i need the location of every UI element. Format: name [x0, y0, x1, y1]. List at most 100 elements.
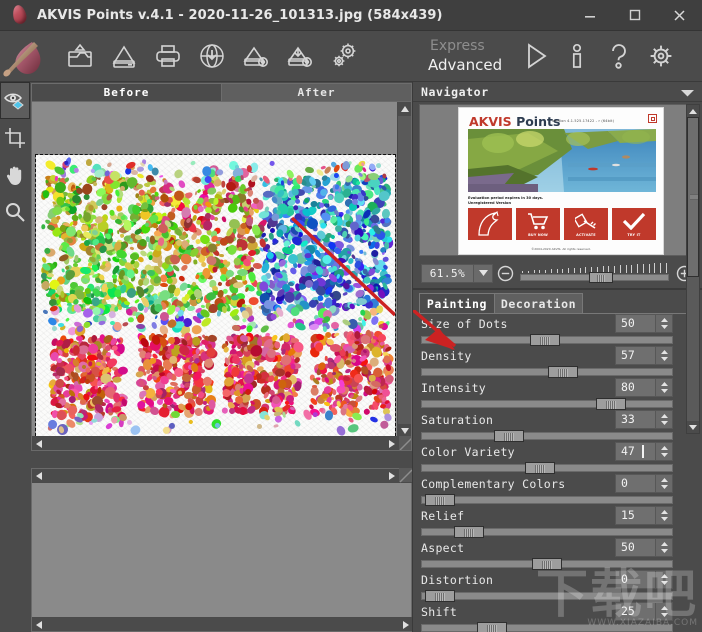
saturation-slider-thumb[interactable]	[494, 430, 525, 442]
zoom-level-combobox[interactable]: 61.5%	[421, 263, 493, 283]
intensity-slider-track[interactable]	[421, 400, 673, 408]
complementary-colors-value[interactable]: 0	[616, 475, 655, 492]
close-box-icon[interactable]	[648, 114, 657, 123]
scroll-right-arrow[interactable]	[385, 437, 399, 450]
run-button[interactable]	[514, 32, 556, 80]
new-image-button[interactable]	[58, 33, 102, 79]
distortion-slider-thumb[interactable]	[425, 590, 456, 602]
complementary-colors-slider-thumb[interactable]	[425, 494, 456, 506]
density-value[interactable]: 57	[616, 347, 655, 364]
params-scroll-thumb[interactable]	[687, 117, 699, 277]
aspect-spinbox[interactable]: 50	[615, 538, 673, 557]
chevron-down-icon[interactable]	[473, 264, 492, 282]
chevron-down-icon[interactable]	[681, 82, 694, 101]
aspect-slider-thumb[interactable]	[532, 558, 562, 570]
secondary-bottom-scrollbar[interactable]	[32, 617, 413, 631]
canvas-horizontal-scrollbar[interactable]	[32, 436, 411, 450]
complementary-colors-stepper[interactable]	[655, 475, 672, 492]
intensity-value[interactable]: 80	[616, 379, 655, 396]
secondary-scroll-right-arrow-2[interactable]	[399, 618, 413, 632]
secondary-scroll-right-arrow[interactable]	[385, 469, 399, 483]
distortion-value[interactable]: 0	[616, 571, 655, 588]
minimize-button[interactable]	[567, 0, 612, 31]
relief-spinbox[interactable]: 15	[615, 506, 673, 525]
shift-slider-track[interactable]	[421, 624, 673, 632]
distortion-slider-track[interactable]	[421, 592, 673, 600]
preferences-button[interactable]	[322, 33, 366, 79]
shift-stepper[interactable]	[655, 603, 672, 620]
intensity-spinbox[interactable]: 80	[615, 378, 673, 397]
saturation-value[interactable]: 33	[616, 411, 655, 428]
tab-decoration[interactable]: Decoration	[495, 293, 583, 313]
density-stepper[interactable]	[655, 347, 672, 364]
navigator-preview[interactable]: AKVIS Points version 4.1.525.17422 - r (…	[419, 104, 698, 256]
secondary-scroll-left-arrow[interactable]	[32, 469, 46, 483]
aspect-stepper[interactable]	[655, 539, 672, 556]
settings-button[interactable]	[640, 32, 682, 80]
help-button[interactable]	[598, 32, 640, 80]
saturation-spinbox[interactable]: 33	[615, 410, 673, 429]
mode-advanced-label[interactable]: Advanced	[428, 55, 502, 75]
intensity-slider-thumb[interactable]	[596, 398, 627, 410]
shift-slider-thumb[interactable]	[476, 622, 507, 632]
density-spinbox[interactable]: 57	[615, 346, 673, 365]
color-variety-spinbox[interactable]: 47	[615, 442, 673, 461]
distortion-stepper[interactable]	[655, 571, 672, 588]
params-scroll-down-arrow[interactable]	[687, 421, 699, 433]
print-button[interactable]	[146, 33, 190, 79]
zoom-slider[interactable]	[520, 262, 669, 284]
try-it-button[interactable]: TRY IT	[612, 208, 656, 240]
scroll-up-arrow[interactable]	[398, 102, 411, 116]
maximize-button[interactable]	[612, 0, 657, 31]
save-settings-button[interactable]	[278, 33, 322, 79]
aspect-value[interactable]: 50	[616, 539, 655, 556]
saturation-slider-track[interactable]	[421, 432, 673, 440]
tab-before[interactable]: Before	[31, 83, 222, 101]
load-settings-button[interactable]	[234, 33, 278, 79]
density-slider-thumb[interactable]	[547, 366, 578, 378]
params-scroll-up-arrow[interactable]	[687, 105, 699, 117]
color-variety-stepper[interactable]	[655, 443, 672, 460]
zoom-slider-thumb[interactable]	[588, 272, 613, 283]
navigator-header[interactable]: Navigator	[413, 82, 702, 102]
size-of-dots-stepper[interactable]	[655, 315, 672, 332]
distortion-spinbox[interactable]: 0	[615, 570, 673, 589]
secondary-scroll-left-arrow-2[interactable]	[32, 618, 46, 632]
size-of-dots-spinbox[interactable]: 50	[615, 314, 673, 333]
image-canvas-main[interactable]	[31, 101, 412, 451]
color-variety-value[interactable]: 47	[616, 443, 655, 460]
info-button[interactable]	[556, 32, 598, 80]
close-button[interactable]	[657, 0, 702, 31]
open-image-button[interactable]	[102, 33, 146, 79]
activate-button[interactable]: ACTIVATE	[564, 208, 608, 240]
image-canvas-secondary[interactable]	[31, 468, 413, 632]
publish-web-button[interactable]	[190, 33, 234, 79]
secondary-top-scrollbar[interactable]	[32, 468, 413, 483]
relief-slider-thumb[interactable]	[454, 526, 485, 538]
buy-now-button[interactable]: BUY NOW	[516, 208, 560, 240]
quick-preview-tool[interactable]	[0, 82, 30, 119]
color-variety-slider-thumb[interactable]	[525, 462, 556, 474]
horse-logo-button[interactable]	[468, 208, 512, 240]
relief-value[interactable]: 15	[616, 507, 655, 524]
relief-stepper[interactable]	[655, 507, 672, 524]
crop-tool[interactable]	[0, 119, 30, 156]
size-of-dots-value[interactable]: 50	[616, 315, 655, 332]
complementary-colors-slider-track[interactable]	[421, 496, 673, 504]
tab-after[interactable]: After	[222, 83, 412, 101]
zoom-tool[interactable]	[0, 193, 30, 230]
hand-tool[interactable]	[0, 156, 30, 193]
intensity-stepper[interactable]	[655, 379, 672, 396]
parameters-scrollbar[interactable]	[686, 104, 700, 434]
shift-value[interactable]: 25	[616, 603, 655, 620]
minus-circle-icon[interactable]	[493, 265, 517, 282]
mode-switch[interactable]: Express Advanced	[428, 32, 502, 80]
shift-spinbox[interactable]: 25	[615, 602, 673, 621]
about-splash-dialog[interactable]: AKVIS Points version 4.1.525.17422 - r (…	[458, 107, 664, 255]
canvas-vertical-scrollbar[interactable]	[397, 102, 411, 438]
complementary-colors-spinbox[interactable]: 0	[615, 474, 673, 493]
tab-painting[interactable]: Painting	[419, 293, 495, 313]
mode-express-label[interactable]: Express	[428, 38, 502, 55]
saturation-stepper[interactable]	[655, 411, 672, 428]
scroll-left-arrow[interactable]	[32, 437, 46, 450]
